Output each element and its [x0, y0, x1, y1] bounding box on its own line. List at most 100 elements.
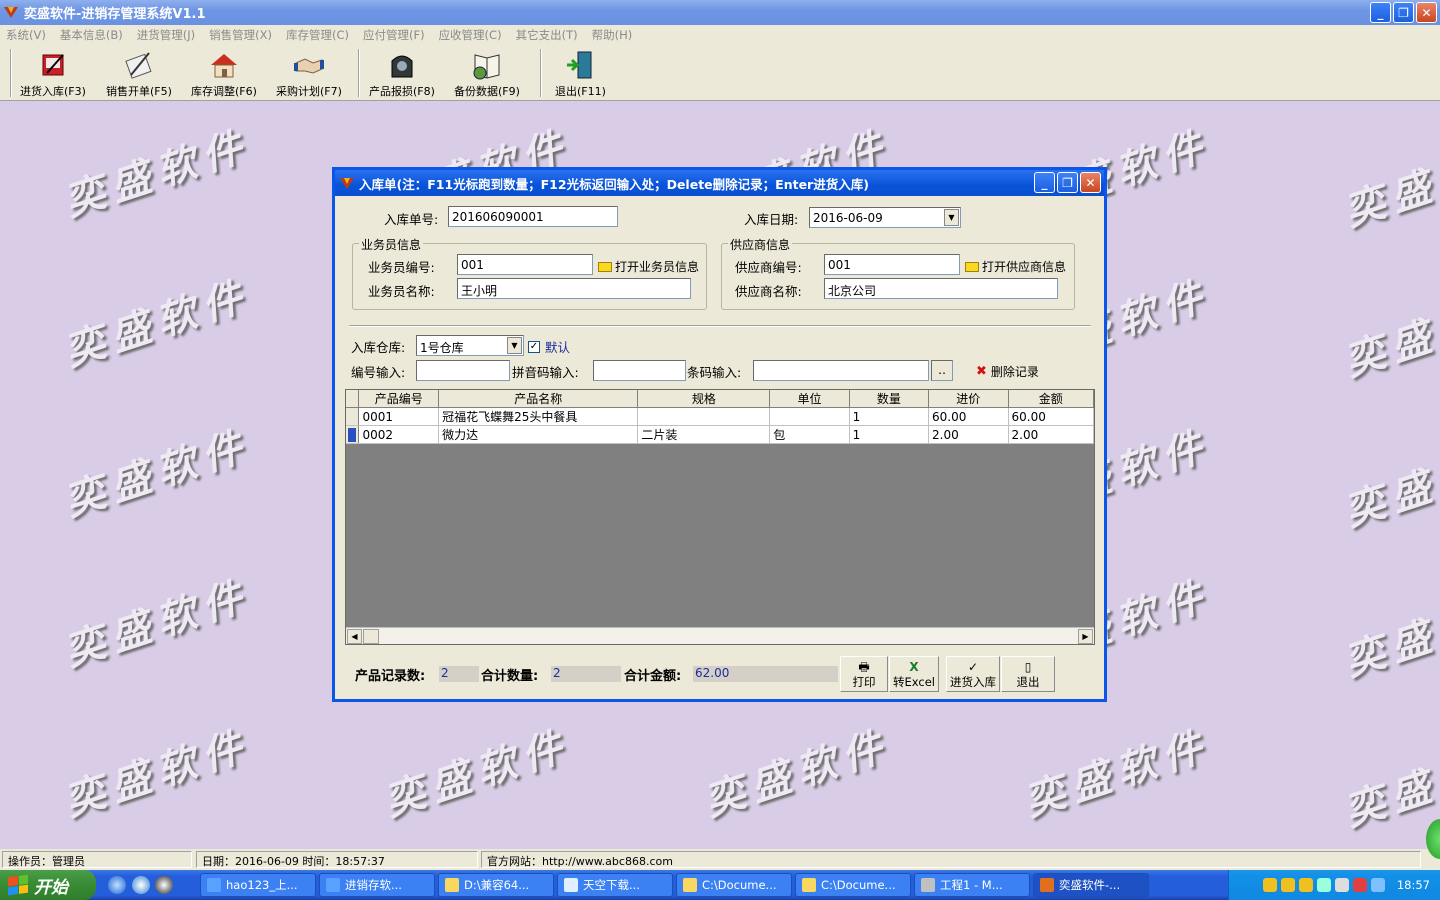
sales-order-label: 销售开单(F5): [106, 85, 172, 98]
taskbar-item[interactable]: C:\Docume...: [676, 873, 792, 897]
row-indicator[interactable]: [346, 425, 360, 444]
date-picker[interactable]: 2016-06-09 ▼: [809, 207, 961, 228]
menu-inventory[interactable]: 库存管理(C): [286, 27, 349, 43]
supplier-no-field[interactable]: 001: [824, 254, 960, 275]
menu-receivable[interactable]: 应收管理(C): [439, 27, 502, 43]
horizontal-scrollbar[interactable]: ◀ ▶: [346, 627, 1094, 644]
stock-in-button[interactable]: ✓ 进货入库: [946, 656, 1000, 692]
desktop-icon[interactable]: [132, 876, 150, 894]
close-button[interactable]: ✕: [1416, 2, 1437, 23]
column-header[interactable]: 金额: [1008, 390, 1094, 408]
cell-amount[interactable]: 60.00: [1008, 407, 1094, 426]
purchase-plan-button[interactable]: 采购计划(F7): [276, 49, 342, 99]
security-icon[interactable]: [1370, 878, 1385, 892]
row-indicator[interactable]: [346, 407, 360, 426]
product-loss-button[interactable]: 产品报损(F8): [369, 49, 435, 99]
column-header[interactable]: 规格: [637, 390, 771, 408]
export-excel-button[interactable]: X 转Excel: [889, 656, 939, 692]
taskbar-item[interactable]: hao123_上...: [200, 873, 316, 897]
minimize-button[interactable]: _: [1370, 2, 1391, 23]
salesperson-no-field[interactable]: 001: [457, 254, 593, 275]
column-header[interactable]: 数量: [849, 390, 930, 408]
qq-icon[interactable]: [155, 876, 173, 894]
browse-button[interactable]: ‥: [931, 360, 953, 381]
open-supplier-button[interactable]: 打开供应商信息: [965, 258, 1066, 275]
exit-toolbar-label: 退出(F11): [555, 85, 606, 98]
shield-icon[interactable]: [1352, 878, 1367, 892]
cell-product-name[interactable]: 冠福花飞蝶舞25头中餐具: [438, 407, 639, 426]
cell-spec[interactable]: [637, 407, 771, 426]
backup-button[interactable]: 备份数据(F9): [454, 49, 520, 99]
volume-icon[interactable]: [1334, 878, 1349, 892]
stock-adjust-label: 库存调整(F6): [191, 85, 257, 98]
menu-other-expense[interactable]: 其它支出(T): [516, 27, 578, 43]
chevron-down-icon[interactable]: ▼: [507, 337, 522, 354]
restore-button[interactable]: ❐: [1393, 2, 1414, 23]
cell-quantity[interactable]: 1: [849, 407, 930, 426]
cell-product-code[interactable]: 0001: [358, 407, 440, 426]
document-icon: [564, 878, 578, 892]
taskbar-item-active[interactable]: 奕盛软件-...: [1033, 873, 1149, 897]
pinyin-input[interactable]: [593, 360, 686, 381]
chevron-down-icon[interactable]: ▼: [944, 209, 959, 226]
stock-adjust-button[interactable]: 库存调整(F6): [191, 49, 257, 99]
menu-purchase[interactable]: 进货管理(J): [137, 27, 195, 43]
taskbar-item[interactable]: 工程1 - M...: [914, 873, 1030, 897]
column-header[interactable]: 产品编号: [358, 390, 440, 408]
network-icon[interactable]: [1316, 878, 1331, 892]
start-button[interactable]: 开始: [0, 870, 96, 900]
dialog-maximize-button[interactable]: ❐: [1057, 172, 1078, 193]
menu-sales[interactable]: 销售管理(X): [209, 27, 272, 43]
taskbar-item[interactable]: 进销存软...: [319, 873, 435, 897]
column-header[interactable]: 单位: [769, 390, 850, 408]
print-label: 打印: [852, 675, 876, 689]
dialog-minimize-button[interactable]: _: [1034, 172, 1055, 193]
sales-order-button[interactable]: 销售开单(F5): [106, 49, 172, 99]
warehouse-select[interactable]: 1号仓库 ▼: [416, 335, 524, 356]
menu-system[interactable]: 系统(V): [6, 27, 46, 43]
open-supplier-label: 打开供应商信息: [982, 260, 1067, 274]
scroll-right-icon[interactable]: ▶: [1078, 629, 1093, 644]
barcode-input[interactable]: [753, 360, 929, 381]
delete-record-button[interactable]: ✖ 删除记录: [976, 363, 1039, 380]
cell-unit[interactable]: [769, 407, 850, 426]
open-salesperson-button[interactable]: 打开业务员信息: [598, 258, 699, 275]
scroll-thumb[interactable]: [363, 629, 379, 644]
qq-tray-icon[interactable]: [1280, 878, 1295, 892]
cell-spec[interactable]: 二片装: [637, 425, 771, 444]
cell-price[interactable]: 60.00: [928, 407, 1009, 426]
qq-tray-icon[interactable]: [1298, 878, 1313, 892]
taskbar-item[interactable]: C:\Docume...: [795, 873, 911, 897]
menu-help[interactable]: 帮助(H): [592, 27, 633, 43]
column-header[interactable]: 进价: [928, 390, 1009, 408]
cell-amount[interactable]: 2.00: [1008, 425, 1094, 444]
exit-toolbar-button[interactable]: 退出(F11): [555, 49, 606, 99]
purchase-in-button[interactable]: 进货入库(F3): [20, 49, 86, 99]
code-input[interactable]: [416, 360, 510, 381]
ie-icon[interactable]: [108, 876, 126, 894]
product-grid[interactable]: 产品编号 产品名称 规格 单位 数量 进价 金额 0001 冠福花飞蝶舞25头中…: [345, 389, 1095, 645]
menu-payable[interactable]: 应付管理(F): [363, 27, 425, 43]
taskbar-item-label: 进销存软...: [345, 878, 402, 892]
dialog-close-button[interactable]: ✕: [1080, 172, 1101, 193]
column-header[interactable]: 产品名称: [438, 390, 639, 408]
table-row[interactable]: 0001 冠福花飞蝶舞25头中餐具 1 60.00 60.00: [346, 407, 1094, 426]
cell-product-code[interactable]: 0002: [358, 425, 440, 444]
order-no-field[interactable]: 201606090001: [448, 206, 618, 227]
qq-tray-icon[interactable]: [1262, 878, 1277, 892]
scroll-left-icon[interactable]: ◀: [347, 629, 362, 644]
cell-price[interactable]: 2.00: [928, 425, 1009, 444]
open-salesperson-label: 打开业务员信息: [615, 260, 700, 274]
cell-product-name[interactable]: 微力达: [438, 425, 639, 444]
cell-quantity[interactable]: 1: [849, 425, 930, 444]
dialog-exit-button[interactable]: ▯ 退出: [1001, 656, 1055, 692]
menu-basic-info[interactable]: 基本信息(B): [60, 27, 123, 43]
salesperson-name-field[interactable]: 王小明: [457, 278, 691, 299]
print-button[interactable]: 🖶 打印: [840, 656, 888, 692]
supplier-name-field[interactable]: 北京公司: [824, 278, 1058, 299]
taskbar-item[interactable]: 天空下载...: [557, 873, 673, 897]
table-row[interactable]: 0002 微力达 二片装 包 1 2.00 2.00: [346, 425, 1094, 444]
taskbar-item[interactable]: D:\兼容64...: [438, 873, 554, 897]
cell-unit[interactable]: 包: [769, 425, 850, 444]
default-checkbox[interactable]: ✓ 默认: [528, 337, 570, 356]
